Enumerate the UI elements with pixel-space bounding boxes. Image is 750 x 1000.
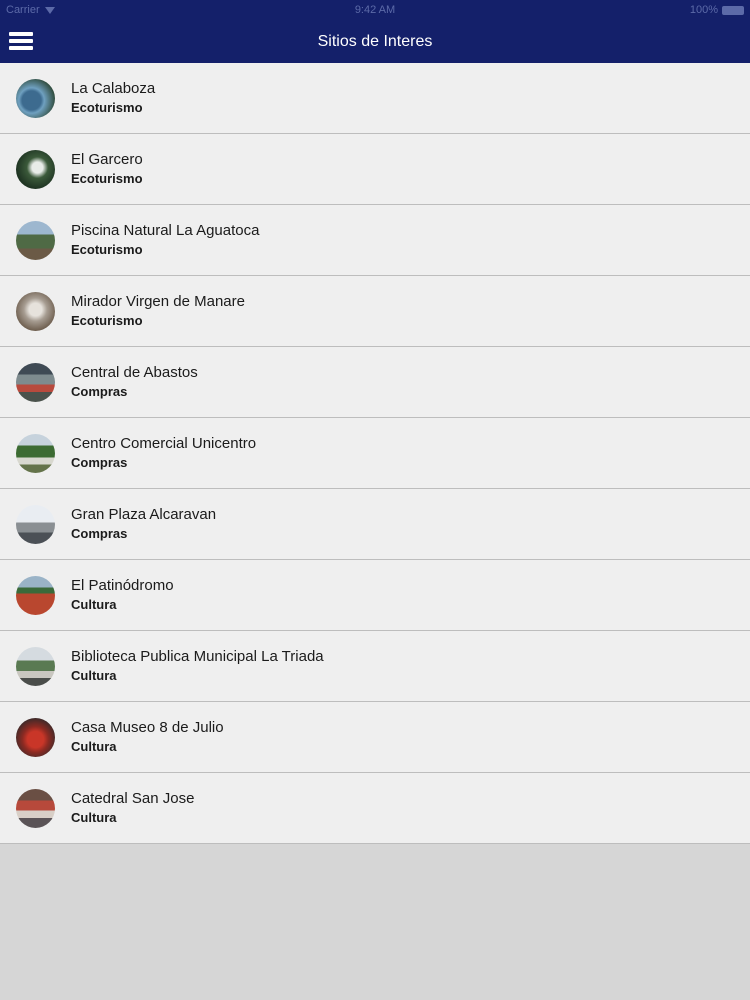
site-name: Mirador Virgen de Manare — [71, 293, 245, 310]
site-thumbnail — [16, 789, 55, 828]
status-bar: Carrier 9:42 AM 100% — [0, 0, 750, 21]
site-thumbnail — [16, 647, 55, 686]
page-title: Sitios de Interes — [317, 33, 433, 50]
site-row-central-de-abastos[interactable]: Central de Abastos Compras — [0, 347, 750, 418]
site-row-gran-plaza-alcaravan[interactable]: Gran Plaza Alcaravan Compras — [0, 489, 750, 560]
site-category: Compras — [71, 384, 128, 399]
battery-indicator: 100% — [690, 4, 744, 16]
site-category: Ecoturismo — [71, 171, 143, 186]
site-name: Central de Abastos — [71, 364, 198, 381]
site-thumbnail — [16, 79, 55, 118]
site-category: Cultura — [71, 597, 117, 612]
site-row-centro-comercial-unicentro[interactable]: Centro Comercial Unicentro Compras — [0, 418, 750, 489]
site-name: Piscina Natural La Aguatoca — [71, 222, 260, 239]
site-row-casa-museo-8-de-julio[interactable]: Casa Museo 8 de Julio Cultura — [0, 702, 750, 773]
site-name: La Calaboza — [71, 80, 156, 97]
site-category: Compras — [71, 455, 128, 470]
site-row-el-patinodromo[interactable]: El Patinódromo Cultura — [0, 560, 750, 631]
site-name: Centro Comercial Unicentro — [71, 435, 257, 452]
site-thumbnail — [16, 505, 55, 544]
site-name: Casa Museo 8 de Julio — [71, 719, 224, 736]
status-time: 9:42 AM — [354, 4, 396, 16]
site-thumbnail — [16, 434, 55, 473]
site-thumbnail — [16, 718, 55, 757]
site-category: Ecoturismo — [71, 313, 143, 328]
site-category: Cultura — [71, 739, 117, 754]
site-thumbnail — [16, 221, 55, 260]
site-category: Ecoturismo — [71, 242, 143, 257]
site-name: El Patinódromo — [71, 577, 174, 594]
site-row-el-garcero[interactable]: El Garcero Ecoturismo — [0, 134, 750, 205]
site-thumbnail — [16, 363, 55, 402]
site-thumbnail — [16, 292, 55, 331]
site-row-catedral-san-jose[interactable]: Catedral San Jose Cultura — [0, 773, 750, 844]
site-name: El Garcero — [71, 151, 143, 168]
site-row-la-calaboza[interactable]: La Calaboza Ecoturismo — [0, 63, 750, 134]
site-row-mirador-virgen-de-manare[interactable]: Mirador Virgen de Manare Ecoturismo — [0, 276, 750, 347]
battery-percent: 100% — [689, 4, 718, 16]
site-name: Biblioteca Publica Municipal La Triada — [71, 648, 324, 665]
site-category: Ecoturismo — [71, 100, 143, 115]
site-category: Compras — [71, 526, 128, 541]
site-thumbnail — [16, 576, 55, 615]
site-row-biblioteca-publica[interactable]: Biblioteca Publica Municipal La Triada C… — [0, 631, 750, 702]
nav-bar: Sitios de Interes — [0, 21, 750, 63]
site-row-piscina-natural-la-aguatoca[interactable]: Piscina Natural La Aguatoca Ecoturismo — [0, 205, 750, 276]
sites-list: La Calaboza Ecoturismo El Garcero Ecotur… — [0, 63, 750, 844]
battery-icon — [722, 5, 744, 15]
site-category: Cultura — [71, 810, 117, 825]
site-name: Gran Plaza Alcaravan — [71, 506, 217, 523]
site-name: Catedral San Jose — [71, 790, 195, 807]
site-category: Cultura — [71, 668, 117, 683]
site-thumbnail — [16, 150, 55, 189]
